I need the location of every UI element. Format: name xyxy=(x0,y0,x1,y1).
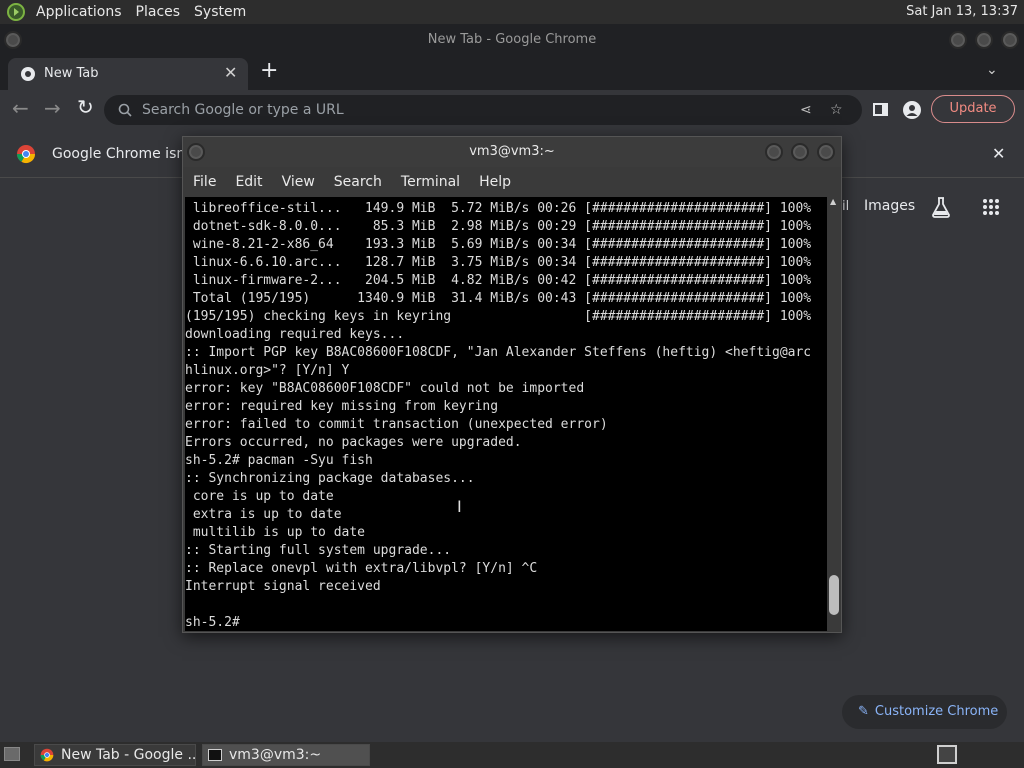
terminal-line: error: key "B8AC08600F108CDF" could not … xyxy=(185,381,585,396)
terminal-window-menu-button[interactable] xyxy=(187,143,205,161)
scroll-up-arrow-icon[interactable]: ▲ xyxy=(830,197,836,206)
forward-button[interactable]: → xyxy=(44,96,61,120)
toolbar: ← → ↻ Search Google or type a URL ⋖ ☆ Up… xyxy=(0,90,1024,130)
terminal-menu-view[interactable]: View xyxy=(282,174,315,190)
menu-applications[interactable]: Applications xyxy=(36,4,122,20)
terminal-line: linux-firmware-2... 204.5 MiB 4.82 MiB/s… xyxy=(185,273,812,288)
chrome-logo-icon xyxy=(16,145,35,164)
images-link[interactable]: Images xyxy=(864,198,915,214)
taskbar-chrome-label: New Tab - Google ... xyxy=(61,747,196,763)
tab-title: New Tab xyxy=(44,66,99,81)
terminal-close-button[interactable] xyxy=(817,143,835,161)
terminal-line: error: required key missing from keyring xyxy=(185,399,499,414)
text-cursor-icon: I xyxy=(457,497,462,516)
pencil-icon: ✎ xyxy=(858,704,869,719)
terminal-line: extra is up to date xyxy=(185,507,342,522)
terminal-line: sh-5.2# pacman -Syu fish xyxy=(185,453,373,468)
terminal-line: linux-6.6.10.arc... 128.7 MiB 3.75 MiB/s… xyxy=(185,255,812,270)
terminal-output[interactable]: libreoffice-stil... 149.9 MiB 5.72 MiB/s… xyxy=(185,197,827,631)
terminal-line: multilib is up to date xyxy=(185,525,366,540)
labs-flask-icon[interactable] xyxy=(931,196,951,218)
menu-system[interactable]: System xyxy=(194,4,246,20)
workspace-switcher-icon[interactable] xyxy=(937,745,957,764)
taskbar: New Tab - Google ... vm3@vm3:~ xyxy=(0,742,1024,768)
side-panel-icon[interactable] xyxy=(873,103,888,116)
terminal-line: libreoffice-stil... 149.9 MiB 5.72 MiB/s… xyxy=(185,201,812,216)
show-desktop-icon[interactable] xyxy=(4,747,20,761)
terminal-line: :: Synchronizing package databases... xyxy=(185,471,475,486)
scrollbar-thumb[interactable] xyxy=(829,575,839,615)
terminal-titlebar[interactable]: vm3@vm3:~ xyxy=(183,137,841,167)
customize-chrome-button[interactable]: ✎ Customize Chrome xyxy=(842,695,1007,729)
taskbar-item-terminal[interactable]: vm3@vm3:~ xyxy=(202,744,370,766)
terminal-scrollbar[interactable]: ▲ xyxy=(827,197,841,631)
reload-button[interactable]: ↻ xyxy=(77,95,94,119)
terminal-line: error: failed to commit transaction (une… xyxy=(185,417,608,432)
panel-clock[interactable]: Sat Jan 13, 13:37 xyxy=(906,4,1018,19)
share-icon[interactable]: ⋖ xyxy=(800,95,812,125)
terminal-line: Errors occurred, no packages were upgrad… xyxy=(185,435,522,450)
top-panel: Applications Places System Sat Jan 13, 1… xyxy=(0,0,1024,24)
terminal-menubar: File Edit View Search Terminal Help xyxy=(183,167,841,197)
terminal-line: core is up to date xyxy=(185,489,334,504)
taskbar-terminal-label: vm3@vm3:~ xyxy=(229,747,322,763)
chrome-taskbar-icon xyxy=(40,748,54,762)
terminal-menu-file[interactable]: File xyxy=(193,174,216,190)
back-button[interactable]: ← xyxy=(12,96,29,120)
distro-logo-icon[interactable] xyxy=(6,2,26,22)
gmail-link[interactable]: il xyxy=(842,199,849,214)
terminal-menu-terminal[interactable]: Terminal xyxy=(401,174,460,190)
terminal-line: Interrupt signal received xyxy=(185,579,381,594)
omnibox-placeholder: Search Google or type a URL xyxy=(142,102,344,118)
terminal-minimize-button[interactable] xyxy=(765,143,783,161)
search-icon xyxy=(118,103,132,117)
menu-places[interactable]: Places xyxy=(136,4,181,20)
taskbar-item-chrome[interactable]: New Tab - Google ... xyxy=(34,744,196,766)
new-tab-button[interactable]: + xyxy=(260,58,278,83)
terminal-menu-edit[interactable]: Edit xyxy=(235,174,262,190)
terminal-title: vm3@vm3:~ xyxy=(469,144,555,159)
customize-chrome-label: Customize Chrome xyxy=(874,704,999,719)
terminal-line: :: Starting full system upgrade... xyxy=(185,543,452,558)
bookmark-star-icon[interactable]: ☆ xyxy=(830,95,843,125)
terminal-line: sh-5.2# xyxy=(185,615,248,630)
chrome-titlebar[interactable]: New Tab - Google Chrome xyxy=(0,24,1024,56)
close-window-button[interactable] xyxy=(1001,31,1019,49)
terminal-line: downloading required keys... xyxy=(185,327,405,342)
terminal-line: wine-8.21-2-x86_64 193.3 MiB 5.69 MiB/s … xyxy=(185,237,812,252)
chrome-window-title: New Tab - Google Chrome xyxy=(427,32,597,47)
profile-avatar-icon[interactable] xyxy=(903,101,921,119)
minimize-button[interactable] xyxy=(949,31,967,49)
terminal-menu-search[interactable]: Search xyxy=(334,174,382,190)
terminal-menu-help[interactable]: Help xyxy=(479,174,511,190)
terminal-window: vm3@vm3:~ File Edit View Search Terminal Help… xyxy=(182,136,842,633)
apps-grid-icon[interactable] xyxy=(982,198,1000,216)
terminal-line: dotnet-sdk-8.0.0... 85.3 MiB 2.98 MiB/s … xyxy=(185,219,812,234)
omnibox[interactable]: Search Google or type a URL ⋖ ☆ xyxy=(104,95,862,125)
terminal-maximize-button[interactable] xyxy=(791,143,809,161)
tab-bar: New Tab ✕ + ⌄ xyxy=(0,56,1024,90)
infobar-close-icon[interactable]: ✕ xyxy=(992,130,1005,178)
window-menu-button[interactable] xyxy=(4,31,22,49)
terminal-line: (195/195) checking keys in keyring [####… xyxy=(185,309,812,324)
terminal-line: :: Replace onevpl with extra/libvpl? [Y/… xyxy=(185,561,538,576)
maximize-button[interactable] xyxy=(975,31,993,49)
close-tab-icon[interactable]: ✕ xyxy=(224,63,237,82)
terminal-line: :: Import PGP key B8AC08600F108CDF, "Jan… xyxy=(185,345,812,360)
terminal-line: hlinux.org>"? [Y/n] Y xyxy=(185,363,350,378)
chrome-favicon-icon xyxy=(21,67,35,81)
tab-new-tab[interactable]: New Tab ✕ xyxy=(8,58,248,90)
terminal-taskbar-icon xyxy=(208,749,222,761)
tab-search-chevron-icon[interactable]: ⌄ xyxy=(986,62,998,78)
update-button[interactable]: Update xyxy=(931,95,1015,123)
terminal-line: Total (195/195) 1340.9 MiB 31.4 MiB/s 00… xyxy=(185,291,812,306)
